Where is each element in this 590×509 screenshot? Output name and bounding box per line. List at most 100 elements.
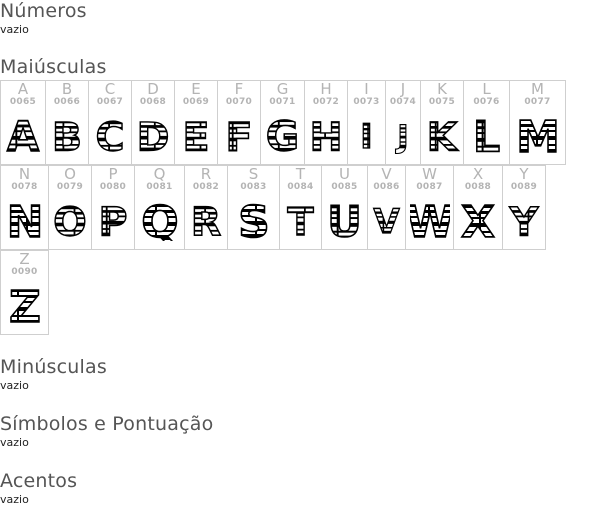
glyph-char-label: G bbox=[276, 80, 289, 98]
glyph-preview-m-icon: MM bbox=[517, 114, 558, 156]
section-title: Maiúsculas bbox=[0, 56, 107, 78]
glyph-char-label: A bbox=[17, 80, 29, 98]
svg-text:J: J bbox=[395, 119, 408, 155]
glyph-code-label: 0083 bbox=[240, 182, 267, 192]
glyph-code-label: 0077 bbox=[524, 97, 551, 107]
glyph-code-label: 0070 bbox=[225, 97, 253, 107]
glyph-preview-x-icon: XX bbox=[460, 199, 496, 241]
svg-text:G: G bbox=[266, 114, 299, 156]
glyph-cell-k: K 0075 KK bbox=[420, 80, 464, 165]
glyph-preview-z-icon: ZZ bbox=[8, 284, 41, 326]
svg-text:N: N bbox=[6, 199, 43, 241]
glyph-code-label: 0072 bbox=[312, 97, 340, 107]
glyph-preview-c-icon: CC bbox=[95, 114, 125, 156]
glyph-preview-p-icon: PP bbox=[98, 199, 128, 241]
glyph-preview-w-icon: WW bbox=[409, 199, 450, 241]
glyph-cell-c: C0067CC bbox=[88, 80, 132, 165]
glyph-char-label: P bbox=[108, 165, 118, 183]
glyph-code-label: 0082 bbox=[192, 182, 220, 192]
glyph-preview-i-icon: II bbox=[360, 117, 374, 156]
svg-text:L: L bbox=[473, 114, 500, 156]
svg-text:W: W bbox=[410, 199, 450, 241]
section-empty-status: vazio bbox=[0, 493, 29, 506]
glyph-code-label: 0081 bbox=[146, 182, 173, 192]
glyph-code-label: 0084 bbox=[287, 182, 314, 192]
svg-text:M: M bbox=[518, 114, 558, 156]
svg-text:B: B bbox=[52, 114, 82, 156]
section-title: Símbolos e Pontuação bbox=[0, 413, 214, 435]
glyph-char-label: T bbox=[295, 165, 306, 183]
glyph-cell-d: D0068DD bbox=[131, 80, 175, 165]
glyph-preview-g-icon: GG bbox=[265, 114, 300, 156]
section-minusculas: Minúsculas vazio bbox=[0, 356, 107, 392]
svg-text:U: U bbox=[327, 199, 362, 241]
section-acentos: Acentos vazio bbox=[0, 470, 77, 506]
glyph-cell-f: F0070FF bbox=[217, 80, 261, 165]
section-numeros: Números vazio bbox=[0, 0, 87, 36]
svg-text:R: R bbox=[191, 199, 221, 241]
glyph-code-label: 0066 bbox=[53, 97, 81, 107]
svg-text:Q: Q bbox=[141, 199, 178, 241]
glyph-cell-r: R0082RR bbox=[184, 165, 228, 250]
glyph-cell-i: I0073II bbox=[347, 80, 386, 165]
glyph-code-label: 0071 bbox=[269, 97, 296, 107]
glyph-char-label: B bbox=[61, 80, 73, 98]
glyph-cell-s: S0083SS bbox=[227, 165, 280, 250]
svg-text:K: K bbox=[427, 114, 459, 156]
glyph-char-label: R bbox=[200, 165, 212, 183]
glyph-char-label: W bbox=[422, 165, 437, 183]
svg-text:F: F bbox=[225, 114, 252, 156]
svg-text:Z: Z bbox=[9, 284, 41, 326]
glyph-cell-q: Q0081QQ bbox=[134, 165, 185, 250]
glyph-cell-o: O0079OO bbox=[48, 165, 92, 250]
glyph-cell-l: L0076LL bbox=[463, 80, 510, 165]
glyph-char-label: Y bbox=[519, 165, 529, 183]
glyph-char-label: F bbox=[234, 80, 244, 98]
glyph-code-label: 0076 bbox=[473, 97, 500, 107]
glyph-char-label: U bbox=[339, 165, 350, 183]
glyph-preview-b-icon: BB bbox=[51, 114, 83, 156]
glyph-char-label: V bbox=[381, 165, 392, 183]
glyph-char-label: L bbox=[482, 80, 491, 98]
svg-text:O: O bbox=[53, 199, 87, 241]
glyph-cell-g: G0071GG bbox=[260, 80, 305, 165]
glyph-preview-y-icon: YY bbox=[508, 199, 540, 241]
glyph-preview-d-icon: DD bbox=[136, 114, 170, 156]
glyph-code-label: 0080 bbox=[99, 182, 127, 192]
glyph-preview-k-icon: KK bbox=[426, 114, 459, 156]
section-empty-status: vazio bbox=[0, 23, 29, 36]
glyph-code-label: 0074 bbox=[389, 97, 417, 107]
section-maiusculas: Maiúsculas bbox=[0, 56, 107, 78]
section-simbolos: Símbolos e Pontuação vazio bbox=[0, 413, 213, 449]
glyph-preview-e-icon: EE bbox=[182, 114, 210, 156]
glyph-preview-a-icon: AA bbox=[6, 114, 41, 156]
glyph-cell-h: H0072HH bbox=[304, 80, 348, 165]
svg-text:A: A bbox=[7, 114, 40, 156]
glyph-code-label: 0073 bbox=[353, 97, 380, 107]
glyph-cell-z: Z 0090 ZZ bbox=[0, 250, 49, 335]
glyph-cell-n: N0078NN bbox=[0, 165, 49, 250]
glyph-char-label: C bbox=[104, 80, 116, 98]
glyph-code-label: 0079 bbox=[56, 182, 84, 192]
glyph-char-label: N bbox=[18, 165, 31, 183]
glyph-code-label: 0075 bbox=[428, 97, 456, 107]
glyph-char-label: I bbox=[364, 80, 369, 98]
glyph-cell-v: V0086VV bbox=[367, 165, 406, 250]
glyph-char-label: M bbox=[531, 80, 544, 98]
glyph-char-label: E bbox=[191, 80, 201, 98]
glyph-code-label: 0090 bbox=[11, 267, 38, 277]
svg-text:C: C bbox=[95, 114, 124, 156]
glyph-code-label: 0067 bbox=[96, 97, 124, 107]
svg-text:I: I bbox=[360, 117, 373, 156]
svg-text:V: V bbox=[373, 202, 400, 241]
glyph-code-label: 0068 bbox=[139, 97, 167, 107]
section-empty-status: vazio bbox=[0, 436, 29, 449]
glyph-cell-t: T0084TT bbox=[279, 165, 322, 250]
glyph-preview-t-icon: TT bbox=[287, 199, 315, 241]
glyph-cell-e: E0069EE bbox=[174, 80, 218, 165]
svg-text:T: T bbox=[287, 200, 314, 241]
glyph-preview-f-icon: FF bbox=[225, 114, 253, 156]
glyph-cell-m: M0077MM bbox=[509, 80, 566, 165]
glyph-preview-v-icon: VV bbox=[373, 202, 401, 241]
section-title: Acentos bbox=[0, 470, 78, 492]
